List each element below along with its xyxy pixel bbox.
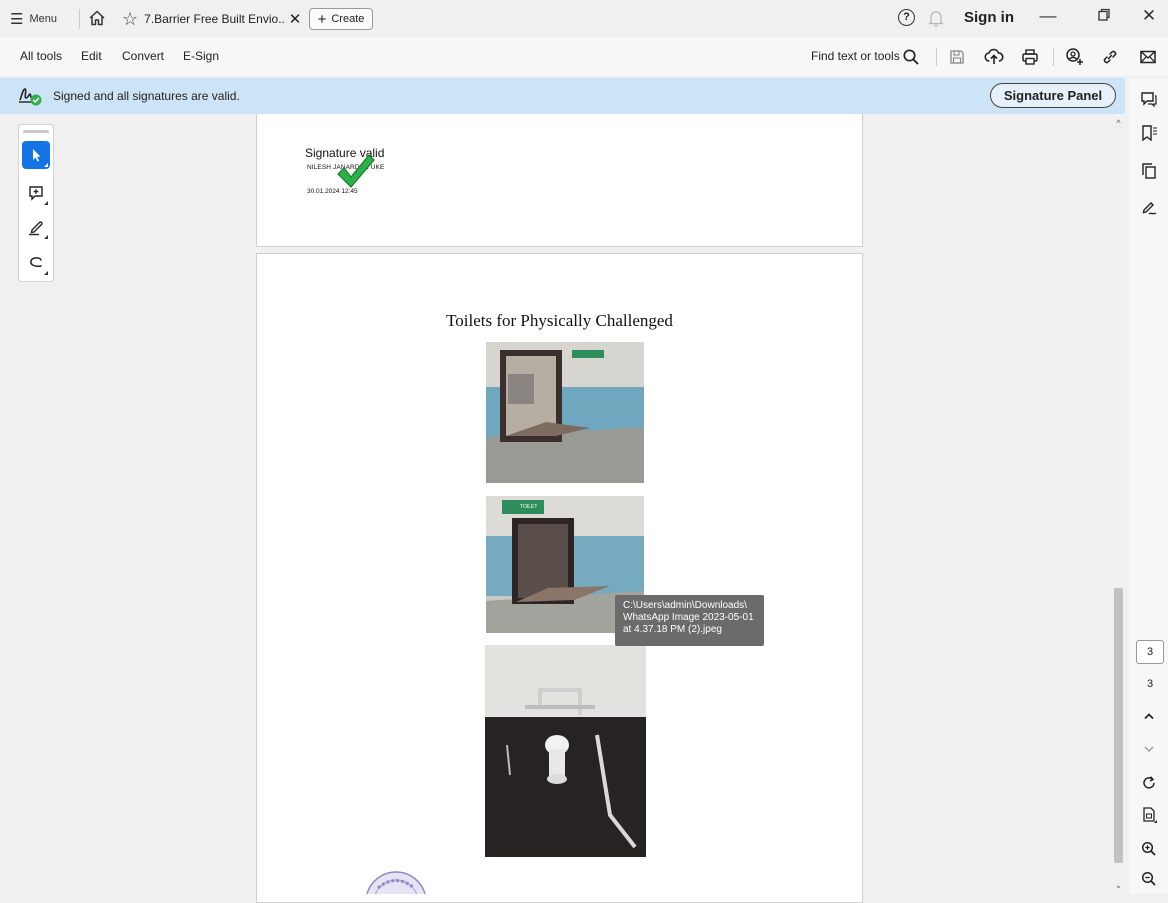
highlight-button[interactable]	[22, 213, 50, 241]
institution-seal	[362, 868, 430, 894]
bookmark-icon[interactable]	[1138, 122, 1160, 144]
signature-panel-button[interactable]: Signature Panel	[990, 83, 1116, 108]
menu-edit[interactable]: Edit	[81, 49, 102, 63]
comments-icon[interactable]	[1138, 88, 1160, 110]
toilet-sign-text: TOILET	[520, 504, 538, 510]
tool-options-indicator	[44, 271, 48, 275]
quick-tools-panel	[18, 124, 54, 282]
save-icon[interactable]	[946, 46, 968, 68]
bell-icon[interactable]	[927, 9, 945, 27]
page-up-icon[interactable]	[1138, 705, 1160, 727]
comment-add-icon	[29, 186, 43, 201]
menu-label: Menu	[29, 13, 57, 25]
print-icon[interactable]	[1019, 46, 1041, 68]
panel-grip[interactable]	[23, 130, 49, 133]
image-path-tooltip: C:\Users\admin\Downloads\ WhatsApp Image…	[615, 595, 764, 646]
highlight-pen-icon	[29, 221, 43, 236]
page-heading: Toilets for Physically Challenged	[446, 311, 673, 330]
create-button[interactable]: + Create	[309, 8, 373, 30]
plus-icon: +	[317, 10, 327, 28]
page-total: 3	[1146, 678, 1154, 690]
tooltip-line-2: WhatsApp Image 2023-05-01	[623, 612, 754, 623]
right-tools-rail	[1129, 78, 1168, 894]
menu-all-tools[interactable]: All tools	[20, 49, 62, 63]
close-icon[interactable]: ✕	[286, 10, 304, 28]
select-cursor-icon	[33, 149, 41, 162]
tab-title: 7.Barrier Free Built Envio...	[144, 12, 286, 26]
menu-bar: All tools Edit Convert E-Sign Find text …	[0, 38, 1168, 76]
link-icon[interactable]	[1099, 46, 1121, 68]
divider	[79, 9, 80, 29]
divider	[1053, 48, 1054, 66]
help-icon[interactable]: ?	[898, 9, 915, 26]
photo-toilet-entrance-1	[486, 342, 644, 483]
zoom-out-icon[interactable]	[1138, 868, 1160, 890]
draw-icon	[30, 257, 42, 267]
signature-status-bar: Signed and all signatures are valid. Sig…	[0, 78, 1125, 114]
fill-sign-icon[interactable]	[1138, 196, 1160, 218]
tooltip-line-1: C:\Users\admin\Downloads\	[623, 600, 747, 611]
sign-in-button[interactable]: Sign in	[964, 9, 1014, 26]
signature-status-icon	[18, 85, 44, 107]
email-icon[interactable]	[1137, 46, 1159, 68]
tool-options-indicator	[44, 235, 48, 239]
tool-options-indicator	[44, 201, 48, 205]
scroll-down-icon[interactable]: ⌄	[1112, 880, 1125, 891]
signature-status-message: Signed and all signatures are valid.	[53, 89, 240, 103]
create-label: Create	[331, 13, 365, 25]
search-icon[interactable]	[900, 46, 922, 68]
signature-check-icon	[336, 152, 376, 190]
photo-accessible-toilet	[485, 645, 646, 857]
menu-e-sign[interactable]: E-Sign	[183, 49, 219, 63]
close-window-icon[interactable]: ✕	[1136, 6, 1162, 30]
share-icon[interactable]	[1064, 46, 1086, 68]
divider	[936, 48, 937, 66]
add-comment-button[interactable]	[22, 179, 50, 207]
document-tab[interactable]: ☆ 7.Barrier Free Built Envio... ✕	[112, 4, 304, 34]
title-bar: ☰ Menu ☆ 7.Barrier Free Built Envio... ✕…	[0, 0, 1168, 38]
tooltip-line-3: at 4.37.18 PM (2).jpeg	[623, 624, 722, 635]
menu-icon: ☰	[10, 11, 24, 28]
upload-icon[interactable]	[983, 46, 1005, 68]
find-text-or-tools[interactable]: Find text or tools	[811, 49, 900, 63]
menu-button[interactable]: ☰ Menu	[10, 9, 57, 29]
refresh-icon[interactable]	[1138, 772, 1160, 794]
minimize-icon[interactable]: —	[1035, 6, 1061, 30]
home-icon[interactable]	[88, 9, 106, 27]
scrollbar-thumb[interactable]	[1114, 588, 1123, 863]
star-icon[interactable]: ☆	[122, 9, 138, 30]
maximize-icon[interactable]	[1091, 8, 1117, 32]
draw-button[interactable]	[22, 249, 50, 277]
pages-icon[interactable]	[1138, 160, 1160, 182]
vertical-scrollbar[interactable]: ^ ⌄	[1112, 114, 1125, 894]
tool-options-indicator	[44, 163, 48, 167]
page-fit-icon[interactable]	[1138, 804, 1160, 826]
zoom-in-icon[interactable]	[1138, 838, 1160, 860]
select-tool-button[interactable]	[22, 141, 50, 169]
scroll-up-icon[interactable]: ^	[1112, 118, 1125, 128]
page-down-icon[interactable]	[1138, 738, 1160, 760]
menu-convert[interactable]: Convert	[122, 49, 164, 63]
page-number-input[interactable]: 3	[1136, 640, 1164, 664]
